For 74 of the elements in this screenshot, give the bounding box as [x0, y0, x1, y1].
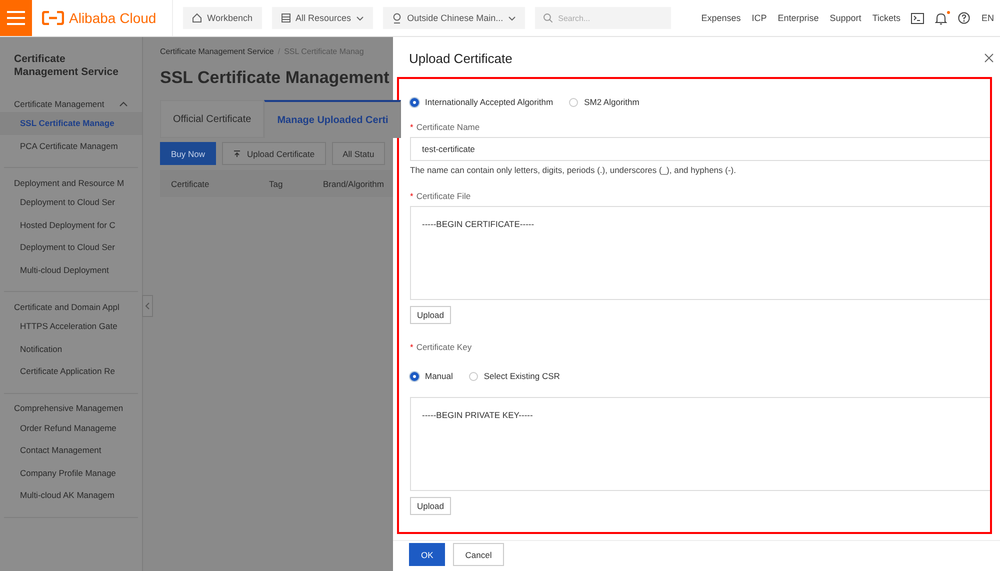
top-nav-link[interactable]: ICP — [752, 13, 767, 23]
nav-button[interactable]: Workbench — [183, 7, 262, 29]
collapse-handle[interactable] — [142, 295, 153, 317]
language-label[interactable]: EN — [981, 13, 994, 23]
sidebar-title: Certificate Management Service — [13, 53, 120, 79]
radio-option[interactable]: Internationally Accepted Algorithm — [410, 97, 554, 107]
nav-button[interactable]: Outside Chinese Main... — [383, 7, 526, 29]
field-hint: The name can contain only letters, digits, periods (.), underscores (_), and hyphens (-). — [410, 165, 737, 175]
logo-text: Alibaba Cloud — [69, 10, 156, 26]
top-nav-link[interactable]: Tickets — [872, 13, 900, 23]
tab[interactable]: Manage Uploaded Certi — [264, 100, 402, 138]
search-icon — [543, 13, 554, 23]
upload-icon — [233, 150, 242, 158]
sidebar-item[interactable]: Contact Management — [0, 439, 142, 462]
caret-icon — [356, 16, 364, 20]
upload-button[interactable]: Upload — [410, 306, 451, 324]
field-label: * Certificate Key — [410, 341, 473, 354]
sidebar-item[interactable]: Order Refund Manageme — [0, 416, 142, 439]
sidebar-group-label[interactable]: Deployment and Resource M — [14, 178, 124, 188]
field-label: * Certificate Name — [410, 121, 481, 134]
text-area[interactable]: -----BEGIN CERTIFICATE----- — [410, 206, 990, 300]
column-header: Tag — [269, 178, 284, 188]
menu-icon — [7, 11, 25, 25]
sidebar-item[interactable]: HTTPS Acceleration Gate — [0, 315, 142, 338]
upload-button[interactable]: Upload — [410, 497, 451, 515]
page-title: SSL Certificate Management — [160, 68, 390, 88]
upload-button[interactable]: Upload Certificate — [222, 142, 326, 165]
caret-icon — [508, 16, 516, 20]
chevron-left-icon — [145, 302, 150, 310]
close-icon[interactable] — [984, 53, 994, 63]
text-area[interactable]: -----BEGIN PRIVATE KEY----- — [410, 397, 990, 491]
top-nav-link[interactable]: Support — [830, 13, 862, 23]
column-header: Brand/Algorithm — [323, 178, 384, 188]
top-nav-link[interactable]: Enterprise — [778, 13, 819, 23]
sidebar-item[interactable]: PCA Certificate Managem — [0, 134, 142, 157]
radio-option[interactable]: Manual — [410, 371, 453, 381]
sidebar-item[interactable]: Notification — [0, 338, 142, 360]
sidebar-group-label[interactable]: Certificate and Domain Appl — [14, 302, 120, 312]
location-pin-icon — [392, 12, 402, 24]
home-icon — [192, 13, 202, 23]
menu-button[interactable] — [0, 0, 32, 36]
tab[interactable]: Official Certificate — [160, 100, 264, 138]
sidebar-item[interactable]: Deployment to Cloud Ser — [0, 236, 142, 258]
input-field[interactable]: test-certificate — [410, 137, 990, 161]
bell-icon[interactable] — [935, 12, 948, 24]
terminal-icon[interactable] — [911, 12, 924, 24]
sidebar-item[interactable]: Hosted Deployment for C — [0, 214, 142, 236]
list-icon — [280, 13, 291, 23]
sidebar-item[interactable]: Multi-cloud AK Managem — [0, 484, 142, 506]
column-header: Certificate — [171, 178, 210, 188]
sidebar-group-label[interactable]: Certificate Management — [14, 98, 104, 108]
drawer-title: Upload Certificate — [409, 50, 512, 66]
cancel-button[interactable]: Cancel — [453, 543, 504, 566]
field-label: * Certificate File — [410, 190, 472, 203]
breadcrumb-separator: / — [278, 47, 280, 56]
nav-button[interactable]: All Resources — [272, 7, 374, 29]
breadcrumb-link[interactable]: Certificate Management Service — [160, 47, 274, 56]
sidebar-item[interactable]: Company Profile Manage — [0, 462, 142, 484]
radio-button[interactable] — [410, 372, 419, 380]
radio-option[interactable]: Select Existing CSR — [468, 371, 560, 381]
sidebar-item[interactable]: Deployment to Cloud Ser — [0, 191, 142, 214]
sidebar-item[interactable]: Multi-cloud Deployment — [0, 258, 142, 281]
radio-button[interactable] — [410, 98, 419, 106]
sidebar-group-label[interactable]: Comprehensive Managemen — [14, 403, 124, 413]
logo-icon — [42, 11, 64, 25]
status-filter[interactable]: All Statu — [332, 142, 386, 165]
ok-button[interactable]: OK — [409, 543, 446, 566]
radio-option[interactable]: SM2 Algorithm — [569, 97, 640, 107]
top-nav-link[interactable]: Expenses — [701, 13, 741, 23]
chevron-icon[interactable] — [119, 100, 128, 106]
help-icon[interactable] — [958, 12, 970, 24]
sidebar-item[interactable]: SSL Certificate Manage — [0, 112, 142, 134]
sidebar-item[interactable]: Certificate Application Re — [0, 360, 142, 382]
buy-now-button[interactable]: Buy Now — [160, 142, 216, 165]
